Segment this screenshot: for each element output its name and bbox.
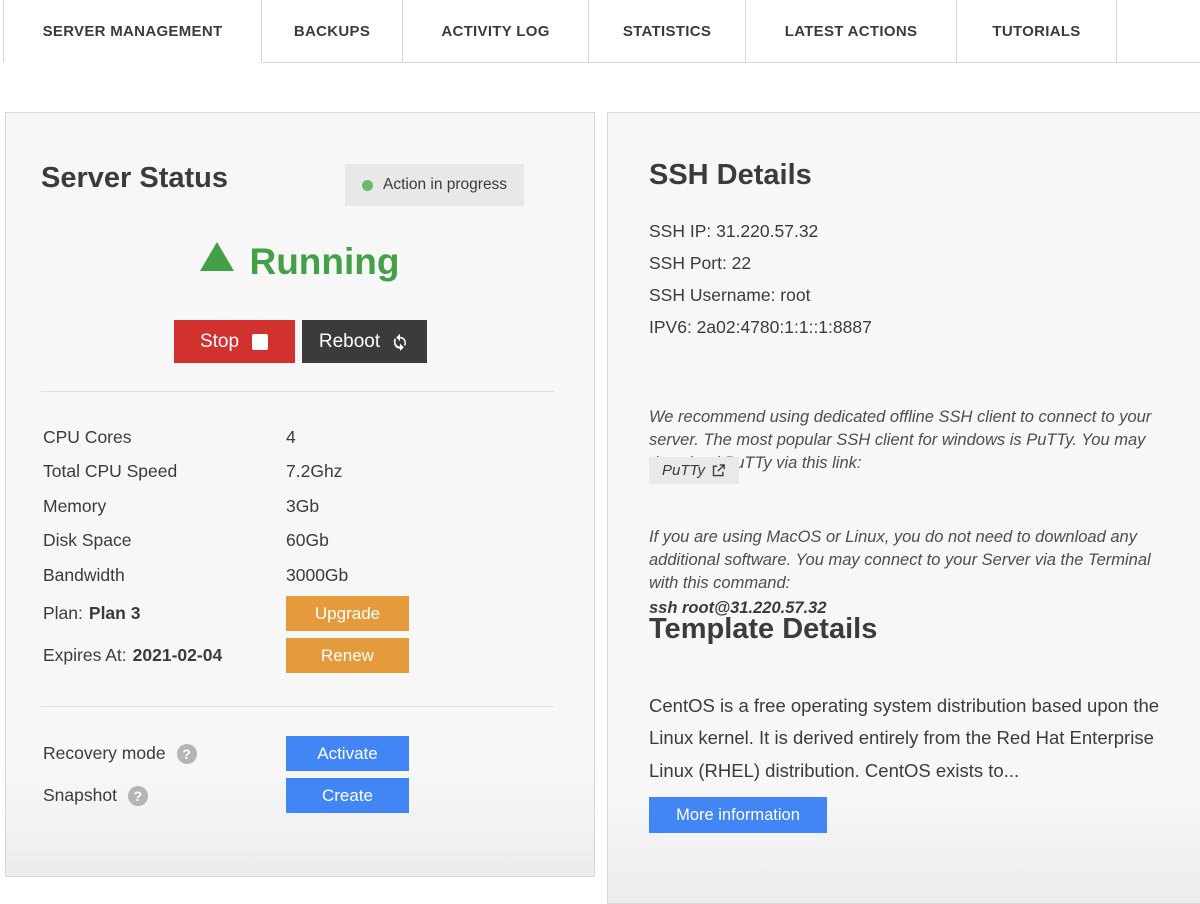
expires-row: Expires At: 2021-02-04 [43,638,222,673]
divider [41,391,554,392]
power-actions: Stop Reboot [6,320,594,363]
badge-label: Action in progress [383,176,507,194]
stop-button-label: Stop [200,331,239,353]
spec-value: 7.2Ghz [286,461,342,482]
create-button[interactable]: Create [286,778,409,813]
more-information-button[interactable]: More information [649,797,827,833]
help-icon[interactable] [128,786,148,806]
expires-label: Expires At: [43,645,127,666]
tab-backups[interactable]: BACKUPS [262,0,403,63]
putty-link-label: PuTTy [662,462,705,479]
server-state: Running [6,241,594,283]
expires-value: 2021-02-04 [133,645,223,666]
putty-link[interactable]: PuTTy [649,457,739,484]
recovery-mode-label: Recovery mode [43,743,166,764]
recovery-mode-row: Recovery mode [43,736,197,771]
server-status-card: Server Status Action in progress Running… [5,112,595,877]
green-dot-icon [362,180,373,191]
server-specs: CPU Cores 4 Total CPU Speed 7.2Ghz Memor… [43,420,554,593]
triangle-up-icon [200,242,234,271]
terminal-note-text: If you are using MacOS or Linux, you do … [649,528,1151,592]
stop-button[interactable]: Stop [174,320,295,363]
snapshot-label: Snapshot [43,785,117,806]
tab-tutorials[interactable]: TUTORIALS [957,0,1117,63]
spec-value: 60Gb [286,530,329,551]
tab-bar: SERVER MANAGEMENT BACKUPS ACTIVITY LOG S… [0,0,1200,63]
tab-latest-actions[interactable]: LATEST ACTIONS [746,0,957,63]
template-details-title: Template Details [649,613,877,646]
refresh-icon [391,333,409,351]
ssh-username: SSH Username: root [649,279,872,311]
reboot-button[interactable]: Reboot [302,320,427,363]
spec-label: Memory [43,496,286,517]
spec-label: Disk Space [43,530,286,551]
activate-button[interactable]: Activate [286,736,409,771]
spec-value: 4 [286,427,296,448]
spec-row-disk-space: Disk Space 60Gb [43,524,554,559]
spec-row-cpu-speed: Total CPU Speed 7.2Ghz [43,455,554,490]
spec-label: Total CPU Speed [43,461,286,482]
tab-bar-filler [1117,0,1200,63]
ssh-ip: SSH IP: 31.220.57.32 [649,215,872,247]
ssh-info: SSH IP: 31.220.57.32 SSH Port: 22 SSH Us… [649,215,872,343]
spec-label: Bandwidth [43,565,286,586]
upgrade-button[interactable]: Upgrade [286,596,409,631]
renew-button[interactable]: Renew [286,638,409,673]
tab-server-management[interactable]: SERVER MANAGEMENT [3,0,262,63]
ssh-ipv6: IPV6: 2a02:4780:1:1::1:8887 [649,311,872,343]
spec-row-cpu-cores: CPU Cores 4 [43,420,554,455]
reboot-button-label: Reboot [319,331,380,353]
template-description: CentOS is a free operating system distri… [649,690,1165,788]
plan-label: Plan: [43,603,83,624]
plan-row: Plan: Plan 3 [43,596,140,631]
help-icon[interactable] [177,744,197,764]
spec-row-memory: Memory 3Gb [43,489,554,524]
server-status-title: Server Status [41,162,228,195]
spec-value: 3000Gb [286,565,348,586]
plan-value: Plan 3 [89,603,141,624]
action-in-progress-badge: Action in progress [345,164,524,206]
spec-row-bandwidth: Bandwidth 3000Gb [43,558,554,593]
ssh-details-title: SSH Details [649,159,812,192]
server-state-label: Running [249,241,399,282]
snapshot-row: Snapshot [43,778,148,813]
ssh-port: SSH Port: 22 [649,247,872,279]
tab-statistics[interactable]: STATISTICS [589,0,746,63]
ssh-details-card: SSH Details SSH IP: 31.220.57.32 SSH Por… [607,112,1200,904]
external-link-icon [711,463,726,478]
stop-square-icon [252,334,268,350]
terminal-note: If you are using MacOS or Linux, you do … [649,526,1163,620]
spec-value: 3Gb [286,496,319,517]
tab-activity-log[interactable]: ACTIVITY LOG [403,0,589,63]
spec-label: CPU Cores [43,427,286,448]
divider [41,706,554,707]
